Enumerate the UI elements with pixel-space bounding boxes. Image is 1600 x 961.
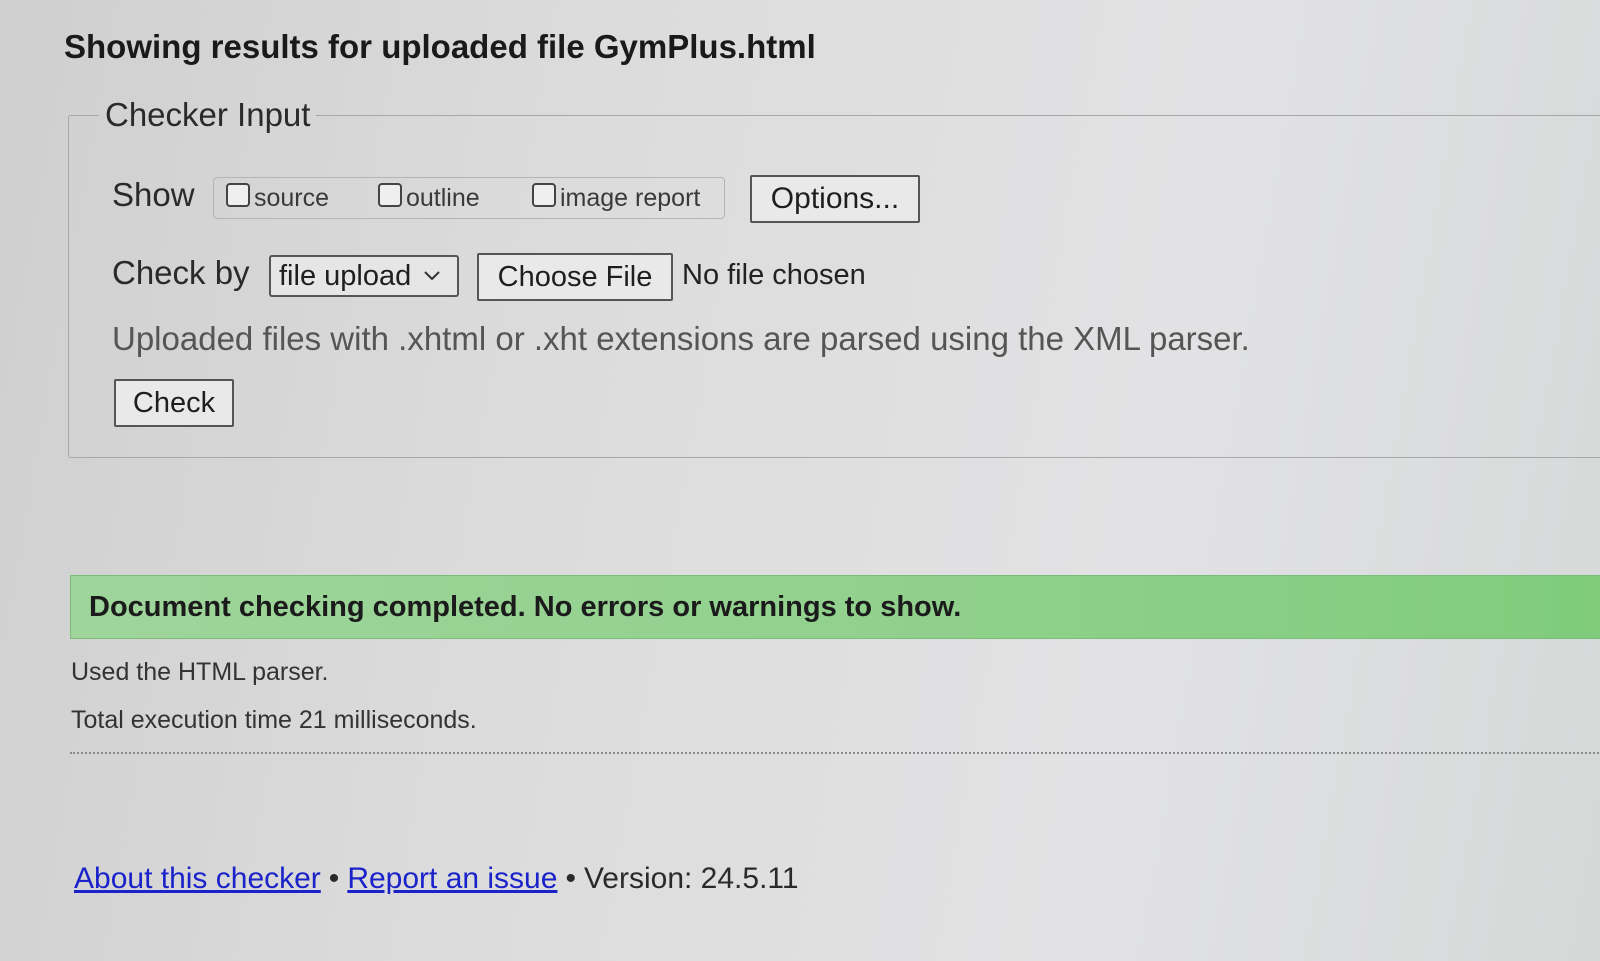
- version-text: Version: 24.5.11: [583, 862, 799, 895]
- options-button[interactable]: Options...: [750, 175, 920, 223]
- choose-file-button[interactable]: Choose File: [477, 253, 673, 301]
- show-label: Show: [112, 176, 195, 213]
- source-checkbox-label: source: [254, 184, 330, 212]
- checker-input-legend: Checker Input: [105, 96, 311, 133]
- footer-separator: •: [328, 862, 340, 895]
- xml-parser-note: Uploaded files with .xhtml or .xht exten…: [112, 320, 1250, 357]
- about-checker-link[interactable]: About this checker: [74, 862, 321, 895]
- image-report-checkbox-item[interactable]: image report: [532, 182, 701, 213]
- source-checkbox[interactable]: [226, 182, 250, 207]
- parser-info: Used the HTML parser.: [71, 658, 329, 686]
- image-report-checkbox[interactable]: [532, 182, 556, 207]
- page-title: Showing results for uploaded file GymPlu…: [64, 28, 816, 65]
- check-button[interactable]: Check: [114, 379, 234, 427]
- check-by-select-value: file upload: [279, 259, 412, 292]
- execution-time: Total execution time 21 milliseconds.: [71, 706, 477, 734]
- report-issue-link[interactable]: Report an issue: [347, 862, 557, 895]
- divider: [70, 752, 1600, 754]
- source-checkbox-item[interactable]: source: [226, 182, 330, 213]
- image-report-checkbox-label: image report: [560, 184, 701, 212]
- success-message: Document checking completed. No errors o…: [70, 575, 1600, 639]
- chevron-down-icon: [423, 270, 441, 282]
- footer: About this checker • Report an issue • Versi…: [74, 862, 799, 896]
- outline-checkbox-item[interactable]: outline: [378, 182, 480, 213]
- show-options-group: source outline image report: [213, 177, 725, 219]
- outline-checkbox[interactable]: [378, 182, 402, 207]
- file-status-text: No file chosen: [682, 259, 866, 291]
- footer-separator: •: [565, 862, 576, 895]
- outline-checkbox-label: outline: [406, 184, 480, 212]
- check-by-label: Check by: [112, 254, 250, 291]
- check-by-select[interactable]: file upload: [269, 255, 459, 297]
